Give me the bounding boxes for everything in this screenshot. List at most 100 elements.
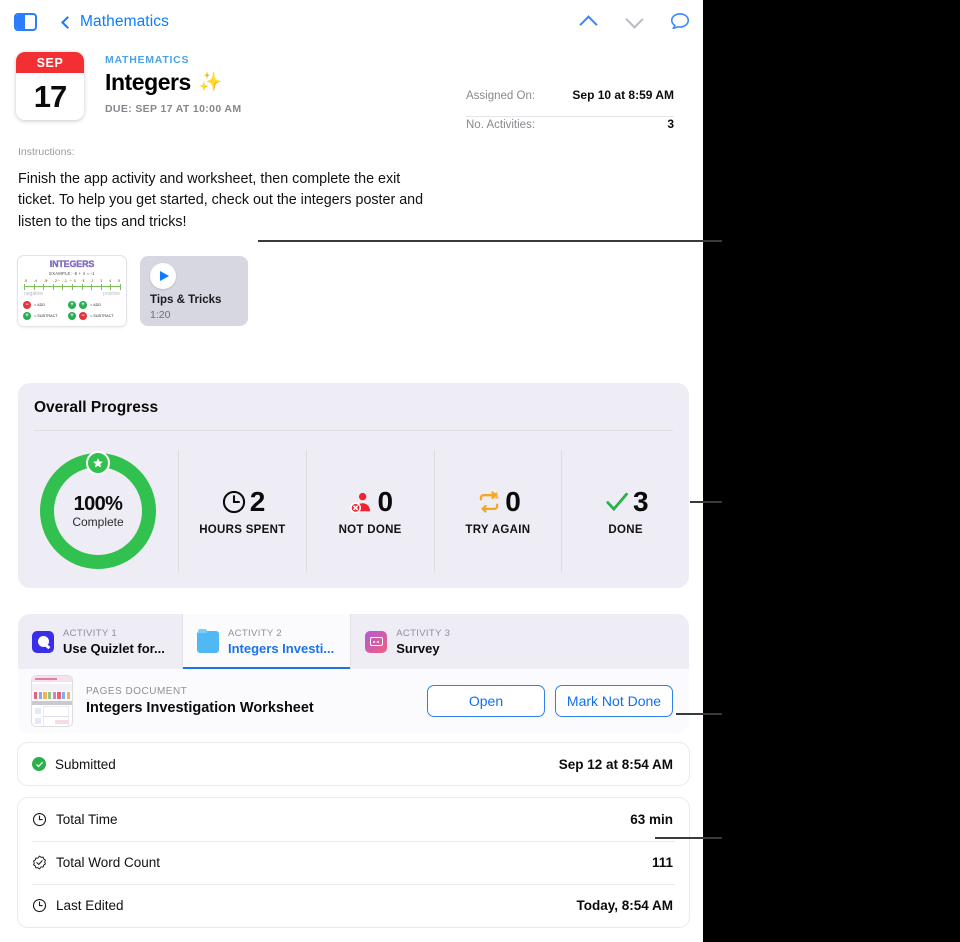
- callout-line-progress: [690, 501, 722, 503]
- next-assignment-button[interactable]: [611, 0, 657, 44]
- navbar-actions: [565, 0, 703, 44]
- tab-name: Integers Investi...: [228, 640, 335, 656]
- plus-dot-icon: +: [68, 301, 76, 310]
- progress-caption: Complete: [72, 515, 124, 530]
- document-kind: PAGES DOCUMENT: [86, 686, 188, 698]
- activities-card: ACTIVITY 1 Use Quizlet for... ACTIVITY 2…: [18, 614, 689, 734]
- overall-progress-title: Overall Progress: [34, 399, 159, 417]
- activity-info-card: Total Time 63 min Total Word Count 111 L…: [18, 798, 689, 928]
- open-button[interactable]: Open: [427, 685, 545, 718]
- thumb-chips: [34, 692, 70, 700]
- minus-dot-icon: −: [23, 301, 31, 310]
- tab-activity-3[interactable]: ACTIVITY 3 Survey: [351, 614, 516, 669]
- stat-label: NOT DONE: [338, 524, 402, 537]
- thumb-headline: [35, 678, 57, 680]
- speech-bubble-icon: [670, 13, 690, 30]
- stat-label: HOURS SPENT: [199, 524, 286, 537]
- check-circle-icon: [32, 757, 46, 772]
- meta-key: No. Activities:: [466, 119, 536, 131]
- stat-value: 0: [377, 486, 393, 518]
- tab-text: ACTIVITY 3 Survey: [396, 628, 450, 656]
- callout-line-instructions: [258, 240, 722, 242]
- stat-value: 0: [505, 486, 521, 518]
- survey-app-icon: [365, 630, 388, 653]
- stat-top: 2: [221, 486, 265, 518]
- meta-row: Assigned On: Sep 10 at 8:59 AM: [466, 88, 674, 117]
- poster-title: INTEGERS: [49, 259, 95, 270]
- tips-and-tricks-attachment[interactable]: Tips & Tricks 1:20: [140, 256, 248, 327]
- check-glyph: [35, 761, 43, 768]
- meta-value: Sep 10 at 8:59 AM: [572, 88, 674, 102]
- plus-dot-icon: +: [68, 312, 76, 321]
- mark-not-done-button[interactable]: Mark Not Done: [555, 685, 673, 718]
- play-triangle: [160, 271, 169, 282]
- poster-rule-text: = ADD: [90, 303, 102, 308]
- thumb-box: [44, 707, 68, 717]
- worksheet-thumbnail[interactable]: [32, 676, 72, 727]
- stat-label: DONE: [608, 524, 643, 537]
- poster-rule-text: = SUBTRACT: [34, 314, 58, 319]
- thumb-band: [32, 684, 72, 692]
- thumb-square: [35, 708, 41, 715]
- info-value: 63 min: [630, 812, 673, 828]
- clock-icon: [32, 813, 47, 827]
- tab-text: ACTIVITY 2 Integers Investi...: [228, 628, 334, 656]
- tab-text: ACTIVITY 1 Use Quizlet for...: [63, 628, 165, 656]
- instructions-body: Finish the app activity and worksheet, t…: [18, 171, 424, 230]
- repeat-one-icon: 1: [479, 491, 499, 513]
- chevron-left-icon: [61, 15, 74, 29]
- poster-rule-row: − = ADD + + = ADD: [23, 301, 121, 310]
- star-icon: [86, 451, 110, 476]
- document-actions: Open Mark Not Done: [427, 685, 673, 718]
- stat-hours-spent: 2 HOURS SPENT: [178, 450, 306, 573]
- info-value: 111: [651, 855, 673, 871]
- back-to-mathematics-button[interactable]: Mathematics: [61, 13, 169, 31]
- poster-rule-row: + = SUBTRACT + − = SUBTRACT: [23, 312, 121, 321]
- progress-stats: 2 HOURS SPENT 0 NOT DONE 1 0 TRY AGAIN 3…: [178, 450, 689, 573]
- attachments-row: INTEGERS EXAMPLE: -5 + 4 = -1 ⌃ ⌃ ⌃ ⌃ -5 -4-…: [0, 233, 703, 327]
- tab-activity-1[interactable]: ACTIVITY 1 Use Quizlet for...: [18, 614, 183, 670]
- play-icon[interactable]: [150, 263, 176, 290]
- document-name: Integers Investigation Worksheet: [86, 700, 314, 717]
- info-label: Total Time: [56, 812, 118, 828]
- comments-button[interactable]: [657, 0, 703, 44]
- media-duration: 1:20: [150, 309, 171, 322]
- title-line: Integers ✨: [105, 69, 241, 96]
- poster-subtitle: EXAMPLE: -5 + 4 = -1: [49, 271, 95, 277]
- integers-poster-attachment[interactable]: INTEGERS EXAMPLE: -5 + 4 = -1 ⌃ ⌃ ⌃ ⌃ -5 -4-…: [18, 256, 126, 327]
- subject-eyebrow: MATHEMATICS: [105, 54, 190, 66]
- sidebar-panel-icon[interactable]: [14, 13, 37, 31]
- submitted-value: Sep 12 at 8:54 AM: [558, 756, 673, 772]
- chevron-up-icon: [578, 15, 598, 34]
- tab-name: Use Quizlet for...: [63, 640, 165, 656]
- info-row-last-edited: Last Edited Today, 8:54 AM: [18, 884, 689, 927]
- chevron-down-icon: [624, 10, 644, 29]
- stat-not-done: 0 NOT DONE: [305, 450, 434, 573]
- stat-top: 1 0: [476, 486, 521, 518]
- clock-icon: [222, 491, 245, 514]
- tab-eyebrow: ACTIVITY 3: [396, 627, 451, 639]
- tab-activity-2[interactable]: ACTIVITY 2 Integers Investi...: [183, 614, 352, 670]
- progress-percent: 100%: [73, 493, 123, 516]
- tab-eyebrow: ACTIVITY 1: [63, 627, 118, 639]
- minus-dot-icon: −: [79, 312, 87, 321]
- progress-ring-text: 100% Complete: [40, 493, 156, 529]
- star-glyph: [93, 458, 103, 468]
- previous-assignment-button[interactable]: [565, 0, 611, 44]
- assignment-meta-table: Assigned On: Sep 10 at 8:59 AM No. Activ…: [466, 88, 674, 146]
- quizlet-app-icon: [32, 630, 54, 653]
- meta-row: No. Activities: 3: [466, 117, 674, 146]
- activity-document-row: PAGES DOCUMENT Integers Investigation Wo…: [18, 669, 689, 734]
- instructions-label: Instructions:: [18, 146, 75, 158]
- document-text: PAGES DOCUMENT Integers Investigation Wo…: [86, 686, 427, 716]
- clock-icon: [32, 899, 47, 913]
- callout-line-total-time: [655, 837, 722, 839]
- info-row-word-count: Total Word Count 111: [18, 841, 689, 884]
- due-date-calendar-badge: SEP 17: [16, 52, 84, 120]
- back-button-label: Mathematics: [80, 13, 169, 30]
- media-title: Tips & Tricks: [150, 294, 222, 307]
- stat-done: 3 DONE: [561, 450, 689, 573]
- plus-dot-icon: +: [23, 312, 31, 321]
- thumb-square: [35, 718, 41, 725]
- submitted-status-row: Submitted Sep 12 at 8:54 AM: [18, 743, 689, 786]
